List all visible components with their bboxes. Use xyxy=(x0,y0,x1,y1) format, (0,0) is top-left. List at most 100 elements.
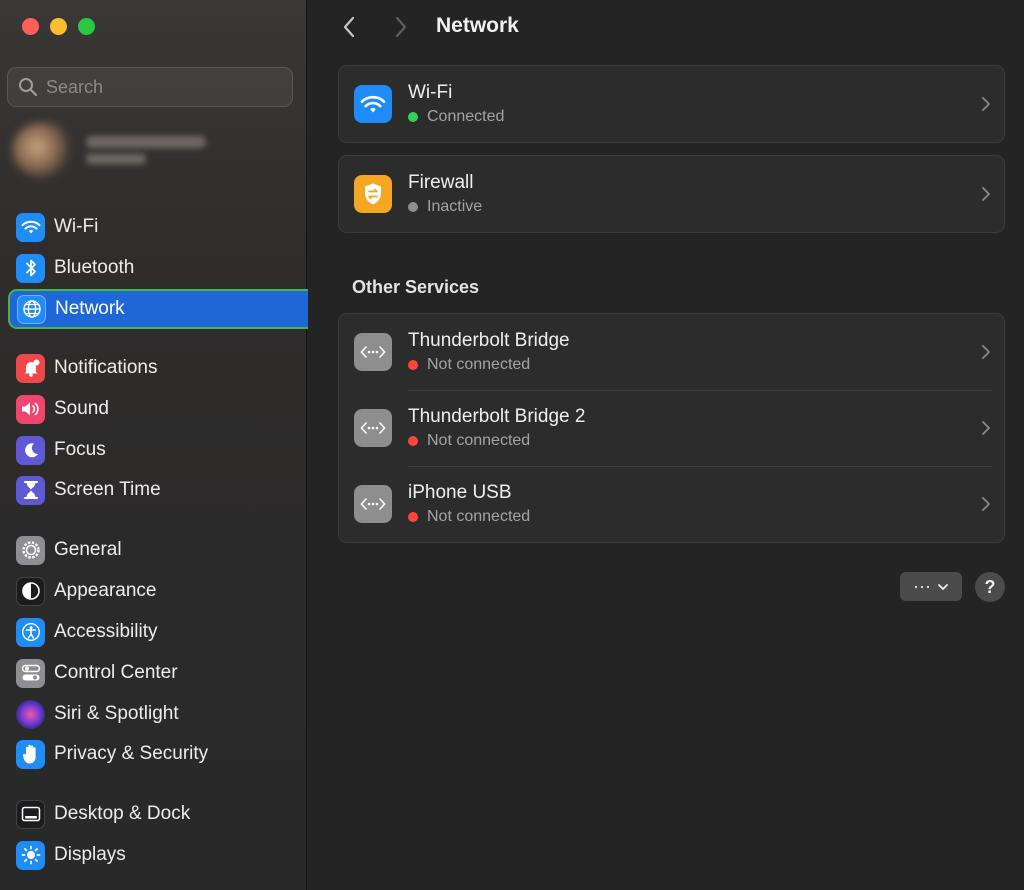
service-name: Thunderbolt Bridge 2 xyxy=(408,406,586,427)
sidebar-item-label: Notifications xyxy=(54,357,158,378)
page-title: Network xyxy=(436,14,519,37)
sidebar-item-general[interactable]: General xyxy=(8,530,318,570)
service-row-thunderbolt-bridge-2[interactable]: Thunderbolt Bridge 2 Not connected xyxy=(339,390,1004,466)
toolbar: Network xyxy=(308,0,1024,54)
avatar xyxy=(12,122,74,178)
sidebar-item-label: Screen Time xyxy=(54,479,161,500)
ethernet-dots-icon xyxy=(354,485,392,523)
hand-icon xyxy=(16,739,45,769)
search-icon xyxy=(19,78,38,97)
sidebar-item-label: General xyxy=(54,539,122,560)
close-window-button[interactable] xyxy=(22,18,39,35)
globe-icon xyxy=(17,294,46,324)
sidebar-item-desktop-dock[interactable]: Desktop & Dock xyxy=(8,794,318,834)
service-row-thunderbolt-bridge[interactable]: Thunderbolt Bridge Not connected xyxy=(339,314,1004,390)
wifi-icon xyxy=(354,85,392,123)
speaker-icon xyxy=(16,394,45,424)
service-name: iPhone USB xyxy=(408,482,512,503)
appearance-icon xyxy=(16,576,45,606)
wifi-row[interactable]: Wi-Fi Connected xyxy=(339,66,1004,142)
wifi-card: Wi-Fi Connected xyxy=(338,65,1005,143)
other-services-card: Thunderbolt Bridge Not connected Thunder… xyxy=(338,313,1005,543)
sidebar-item-label: Siri & Spotlight xyxy=(54,703,179,724)
sidebar-item-siri-spotlight[interactable]: Siri & Spotlight xyxy=(8,694,318,734)
status-label: Not connected xyxy=(427,356,531,373)
sidebar-item-appearance[interactable]: Appearance xyxy=(8,571,318,611)
sun-icon xyxy=(16,840,45,870)
sidebar-item-accessibility[interactable]: Accessibility xyxy=(8,612,318,652)
chevron-right-icon xyxy=(982,187,990,201)
sidebar-item-focus[interactable]: Focus xyxy=(8,430,318,470)
moon-icon xyxy=(16,435,45,465)
sidebar-item-wifi[interactable]: Wi-Fi xyxy=(8,207,318,247)
sidebar-item-label: Control Center xyxy=(54,662,178,683)
sidebar-item-label: Accessibility xyxy=(54,621,158,642)
status-label: Not connected xyxy=(427,432,531,449)
status-dot-gray xyxy=(408,202,418,212)
search-field[interactable] xyxy=(7,67,293,107)
chevron-right-icon xyxy=(982,421,990,435)
status-label: Inactive xyxy=(427,198,483,215)
sidebar-item-bluetooth[interactable]: Bluetooth xyxy=(8,248,318,288)
status-label: Not connected xyxy=(427,508,531,525)
sidebar-item-screen-time[interactable]: Screen Time xyxy=(8,470,318,510)
chevron-right-icon xyxy=(395,16,407,38)
firewall-shield-icon xyxy=(354,175,392,213)
forward-button[interactable] xyxy=(387,12,415,42)
search-input[interactable] xyxy=(46,76,286,98)
sidebar-item-label: Network xyxy=(55,298,125,319)
sidebar-item-sound[interactable]: Sound xyxy=(8,389,318,429)
sidebar-item-control-center[interactable]: Control Center xyxy=(8,653,318,693)
gear-icon xyxy=(16,535,45,565)
accessibility-icon xyxy=(16,617,45,647)
status-dot-red xyxy=(408,436,418,446)
firewall-card: Firewall Inactive xyxy=(338,155,1005,233)
ethernet-dots-icon xyxy=(354,333,392,371)
account-name-blurred xyxy=(86,130,206,170)
hourglass-icon xyxy=(16,475,45,505)
window-controls xyxy=(22,18,95,35)
sidebar-item-label: Desktop & Dock xyxy=(54,803,191,824)
status-text: Not connected xyxy=(408,356,570,374)
zoom-window-button[interactable] xyxy=(78,18,95,35)
sidebar-item-displays[interactable]: Displays xyxy=(8,835,318,875)
sidebar-item-label: Sound xyxy=(54,398,109,419)
sidebar-item-label: Privacy & Security xyxy=(54,743,209,764)
status-text: Connected xyxy=(408,108,504,126)
service-name: Firewall xyxy=(408,172,474,193)
chevron-down-icon xyxy=(938,583,948,590)
chevron-right-icon xyxy=(982,497,990,511)
service-row-iphone-usb[interactable]: iPhone USB Not connected xyxy=(339,466,1004,542)
service-name: Thunderbolt Bridge xyxy=(408,330,570,351)
apple-account[interactable] xyxy=(12,122,272,178)
bluetooth-icon xyxy=(16,253,45,283)
more-options-button[interactable]: ··· xyxy=(900,572,962,601)
sidebar-item-label: Wi-Fi xyxy=(54,216,99,237)
sidebar-item-label: Focus xyxy=(54,439,106,460)
status-dot-red xyxy=(408,360,418,370)
sidebar-item-notifications[interactable]: Notifications xyxy=(8,348,318,388)
sidebar: Wi-Fi Bluetooth Network Notifications So… xyxy=(0,0,318,890)
help-button[interactable]: ? xyxy=(975,572,1005,602)
sidebar-item-network[interactable]: Network xyxy=(8,289,318,329)
main-content: Network Wi-Fi Connected Firewall Inactiv… xyxy=(308,0,1024,890)
minimize-window-button[interactable] xyxy=(50,18,67,35)
status-text: Not connected xyxy=(408,432,585,450)
dock-icon xyxy=(16,799,45,829)
section-title-other-services: Other Services xyxy=(352,277,480,297)
status-label: Connected xyxy=(427,108,505,125)
chevron-right-icon xyxy=(982,345,990,359)
toggles-icon xyxy=(16,658,45,688)
sidebar-item-label: Appearance xyxy=(54,580,157,601)
chevron-right-icon xyxy=(982,97,990,111)
ethernet-dots-icon xyxy=(354,409,392,447)
sidebar-item-label: Displays xyxy=(54,844,126,865)
back-button[interactable] xyxy=(335,12,363,42)
siri-icon xyxy=(16,699,45,729)
sidebar-item-privacy-security[interactable]: Privacy & Security xyxy=(8,734,318,774)
chevron-left-icon xyxy=(343,16,355,38)
firewall-row[interactable]: Firewall Inactive xyxy=(339,156,1004,232)
sidebar-item-label: Bluetooth xyxy=(54,257,135,278)
bell-icon xyxy=(16,353,45,383)
status-dot-green xyxy=(408,112,418,122)
